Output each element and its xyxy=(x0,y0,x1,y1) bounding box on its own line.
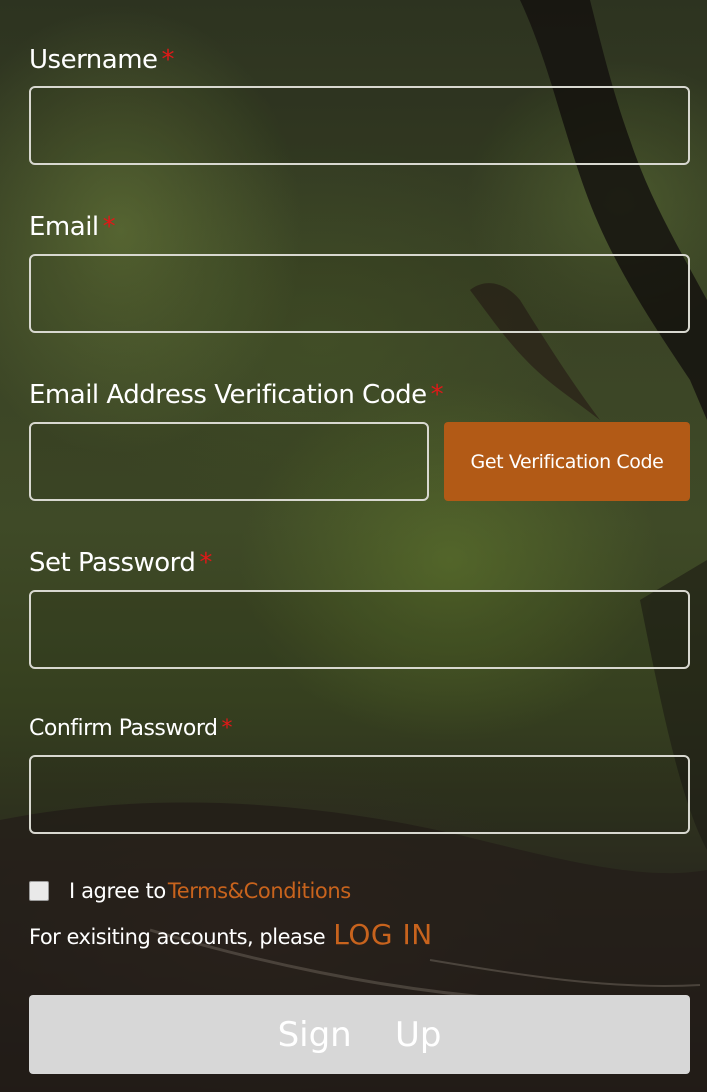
login-prompt-row: For exisiting accounts, please LOG IN xyxy=(29,918,433,954)
agree-terms-row: I agree to Terms&Conditions xyxy=(29,876,351,906)
username-required-mark: * xyxy=(161,45,175,75)
signup-page: Username * Email * Email Address Verificat… xyxy=(0,0,707,1092)
set-password-required-mark: * xyxy=(199,548,212,578)
set-password-field xyxy=(29,590,690,669)
verification-code-input[interactable] xyxy=(31,424,427,499)
set-password-label: Set Password * xyxy=(29,548,212,578)
set-password-input[interactable] xyxy=(31,592,688,667)
terms-conditions-link[interactable]: Terms&Conditions xyxy=(168,879,351,903)
email-required-mark: * xyxy=(102,212,116,242)
email-label: Email * xyxy=(29,212,116,242)
username-input[interactable] xyxy=(31,88,688,163)
verification-code-required-mark: * xyxy=(430,380,444,410)
confirm-password-required-mark: * xyxy=(221,716,232,741)
username-label-text: Username xyxy=(29,45,158,75)
email-label-text: Email xyxy=(29,212,99,242)
email-field xyxy=(29,254,690,333)
verification-code-field xyxy=(29,422,429,501)
confirm-password-label-text: Confirm Password xyxy=(29,716,218,741)
login-link[interactable]: LOG IN xyxy=(333,918,432,951)
email-input[interactable] xyxy=(31,256,688,331)
agree-text: I agree to xyxy=(69,879,166,903)
confirm-password-input[interactable] xyxy=(31,757,688,832)
confirm-password-label: Confirm Password * xyxy=(29,714,232,744)
username-label: Username * xyxy=(29,45,175,75)
login-prompt-text: For exisiting accounts, please xyxy=(29,925,326,949)
agree-checkbox[interactable] xyxy=(29,881,49,901)
verification-code-label-text: Email Address Verification Code xyxy=(29,380,427,410)
set-password-label-text: Set Password xyxy=(29,548,196,578)
sign-up-button[interactable]: Sign Up xyxy=(29,995,690,1074)
signup-form: Username * Email * Email Address Verificat… xyxy=(0,0,707,1092)
username-field xyxy=(29,86,690,165)
verification-code-label: Email Address Verification Code * xyxy=(29,380,444,410)
confirm-password-field xyxy=(29,755,690,834)
get-verification-code-button[interactable]: Get Verification Code xyxy=(444,422,690,501)
